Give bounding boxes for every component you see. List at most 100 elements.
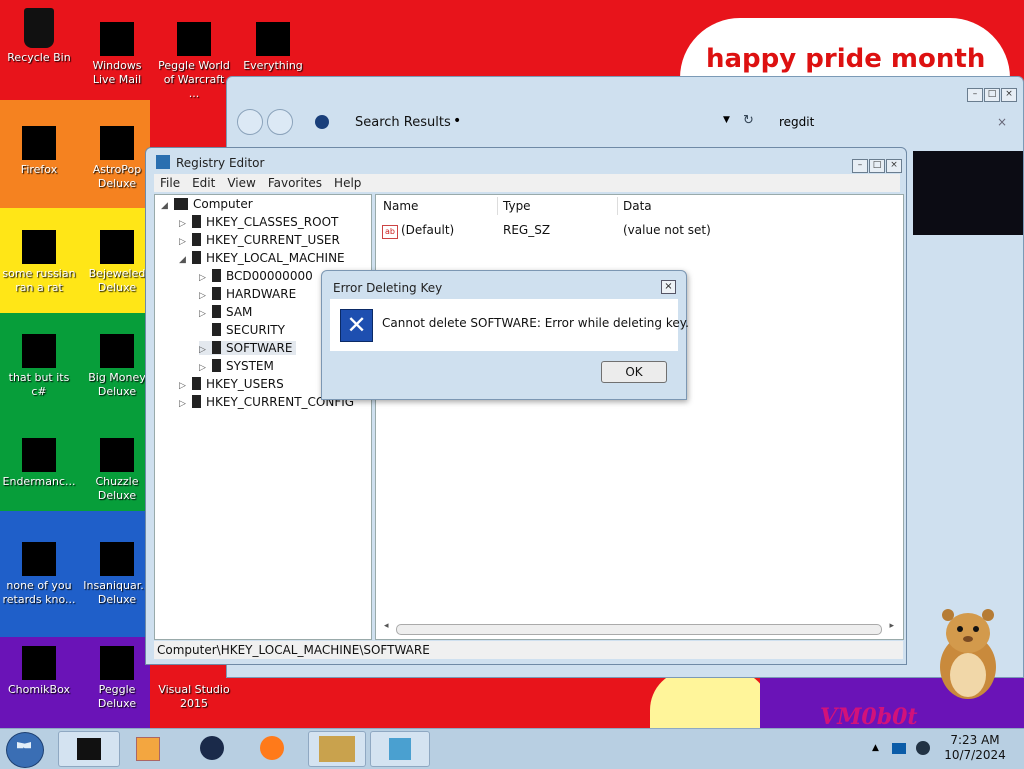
desktop-icon-none-of-you[interactable]: none of you retards kno... [2,542,76,607]
folder-icon [212,287,221,300]
collapse-icon[interactable]: ◢ [161,201,171,211]
desktop-icon-russian-rat[interactable]: some russian ran a rat [2,230,76,295]
values-list[interactable]: Name Type Data ab (Default) REG_SZ (value… [375,194,904,640]
taskbar-item-firefox[interactable] [252,731,292,765]
dialog-title: Error Deleting Key [333,281,443,295]
desktop-icon-peggle-wow[interactable]: Peggle World of Warcraft ... [157,22,231,101]
breadcrumb-dropdown-icon[interactable]: • [453,113,461,129]
dialog-body: ✕ Cannot delete SOFTWARE: Error while de… [330,299,689,351]
window-title: Registry Editor [176,156,265,170]
expand-icon[interactable]: ▷ [199,363,209,373]
folder-icon [212,305,221,318]
box-icon [22,646,56,680]
desktop-icon-that-but-csharp[interactable]: that but its c# [2,334,76,399]
taskbar-item-explorer[interactable] [58,731,120,767]
maximize-button[interactable]: □ [984,88,1000,102]
expand-icon[interactable]: ▷ [179,237,189,247]
minimize-button[interactable]: – [967,88,983,102]
desktop-icon-windows-live-mail[interactable]: Windows Live Mail [80,22,154,87]
peggle-icon [100,646,134,680]
search-folder-icon [315,115,329,129]
start-button[interactable] [6,732,44,768]
tree-node-hkcr[interactable]: ▷ HKEY_CLASSES_ROOT [179,215,338,229]
desktop-icon-chomikbox[interactable]: ChomikBox [2,646,76,697]
tree-node-software[interactable]: ▷ SOFTWARE [199,341,297,355]
ok-button[interactable]: OK [601,361,667,383]
network-icon[interactable] [892,743,906,754]
app-icon [22,438,56,472]
tree-node-hku[interactable]: ▷ HKEY_USERS [179,377,284,391]
collapse-icon[interactable]: ◢ [179,255,189,265]
scroll-left-icon[interactable]: ◂ [384,621,389,631]
menu-file[interactable]: File [154,174,186,192]
refresh-icon[interactable]: ↻ [743,113,754,128]
scroll-right-icon[interactable]: ▸ [889,621,894,631]
menu-edit[interactable]: Edit [186,174,221,192]
close-button[interactable]: × [886,159,902,173]
desktop-icon-chuzzle[interactable]: Chuzzle Deluxe [80,438,154,503]
tree-node-system[interactable]: ▷ SYSTEM [199,359,274,373]
desktop-icon-astropop[interactable]: AstroPop Deluxe [80,126,154,191]
column-header-name[interactable]: Name [383,199,418,213]
desktop-icon-insaniquarium[interactable]: Insaniquar... Deluxe [80,542,154,607]
desktop-icon-peggle-deluxe[interactable]: Peggle Deluxe [80,646,154,711]
expand-icon[interactable]: ▷ [199,273,209,283]
taskbar-item-chomikbox[interactable] [308,731,366,767]
desktop-icon-recycle-bin[interactable]: Recycle Bin [2,8,76,65]
folder-icon [212,341,221,354]
column-header-type[interactable]: Type [503,199,531,213]
column-header-data[interactable]: Data [623,199,652,213]
taskbar-item-media[interactable] [128,731,168,765]
minimize-button[interactable]: – [852,159,868,173]
menu-view[interactable]: View [221,174,261,192]
expand-icon[interactable]: ▷ [179,381,189,391]
expand-icon[interactable]: ▷ [179,399,189,409]
clear-search-icon[interactable]: × [997,115,1007,129]
expand-icon[interactable]: ▷ [199,309,209,319]
taskbar-item-app[interactable] [192,731,232,765]
tree-node-security[interactable]: SECURITY [199,323,285,337]
tree-node-hklm[interactable]: ◢ HKEY_LOCAL_MACHINE [179,251,345,265]
dialog-close-button[interactable]: × [661,280,676,294]
clock[interactable]: 7:23 AM 10/7/2024 [940,733,1010,763]
search-input[interactable]: regdit [779,115,814,129]
folder-icon [192,251,201,264]
horizontal-scrollbar[interactable]: ◂ ▸ [384,621,894,635]
breadcrumb[interactable]: Search Results [355,115,451,130]
close-button[interactable]: × [1001,88,1017,102]
folder-icon [192,377,201,390]
menu-help[interactable]: Help [328,174,367,192]
app-icon [22,542,56,576]
taskbar-item-regedit[interactable] [370,731,430,767]
desktop-icon-everything[interactable]: Everything [236,22,310,73]
registry-tree[interactable]: ◢ Computer ▷ HKEY_CLASSES_ROOT ▷ HKEY_CURRE… [154,194,372,640]
dropdown-arrow-icon[interactable]: ▼ [723,115,730,125]
show-hidden-icons[interactable]: ▲ [872,743,879,753]
tree-node-hkcu[interactable]: ▷ HKEY_CURRENT_USER [179,233,340,247]
column-divider[interactable] [617,197,618,215]
folder-icon [212,269,221,282]
expand-icon[interactable]: ▷ [199,291,209,301]
peggle-icon [177,22,211,56]
column-divider[interactable] [497,197,498,215]
desktop-icon-firefox[interactable]: Firefox [2,126,76,177]
expand-icon[interactable]: ▷ [199,345,209,355]
forward-button[interactable] [266,109,293,135]
back-button[interactable] [237,109,263,135]
desktop-icon-bejeweled[interactable]: Bejeweled Deluxe [80,230,154,295]
gem-icon [100,230,134,264]
expand-icon[interactable]: ▷ [179,219,189,229]
volume-icon[interactable] [916,741,930,755]
tree-node-computer[interactable]: ◢ Computer [161,197,253,211]
menu-favorites[interactable]: Favorites [262,174,328,192]
maximize-button[interactable]: □ [869,159,885,173]
desktop-icon-endermanc[interactable]: Endermanc... [2,438,76,489]
desktop-icon-big-money[interactable]: Big Money Deluxe [80,334,154,399]
tree-node-sam[interactable]: ▷ SAM [199,305,252,319]
tree-node-hardware[interactable]: ▷ HARDWARE [199,287,296,301]
registry-editor-window[interactable]: Registry Editor – □ × File Edit View Favorite… [145,147,907,665]
mail-icon [100,22,134,56]
error-dialog[interactable]: Error Deleting Key × ✕ Cannot delete SOF… [321,270,689,400]
scrollbar-thumb[interactable] [396,624,882,635]
tree-node-bcd[interactable]: ▷ BCD00000000 [199,269,313,283]
